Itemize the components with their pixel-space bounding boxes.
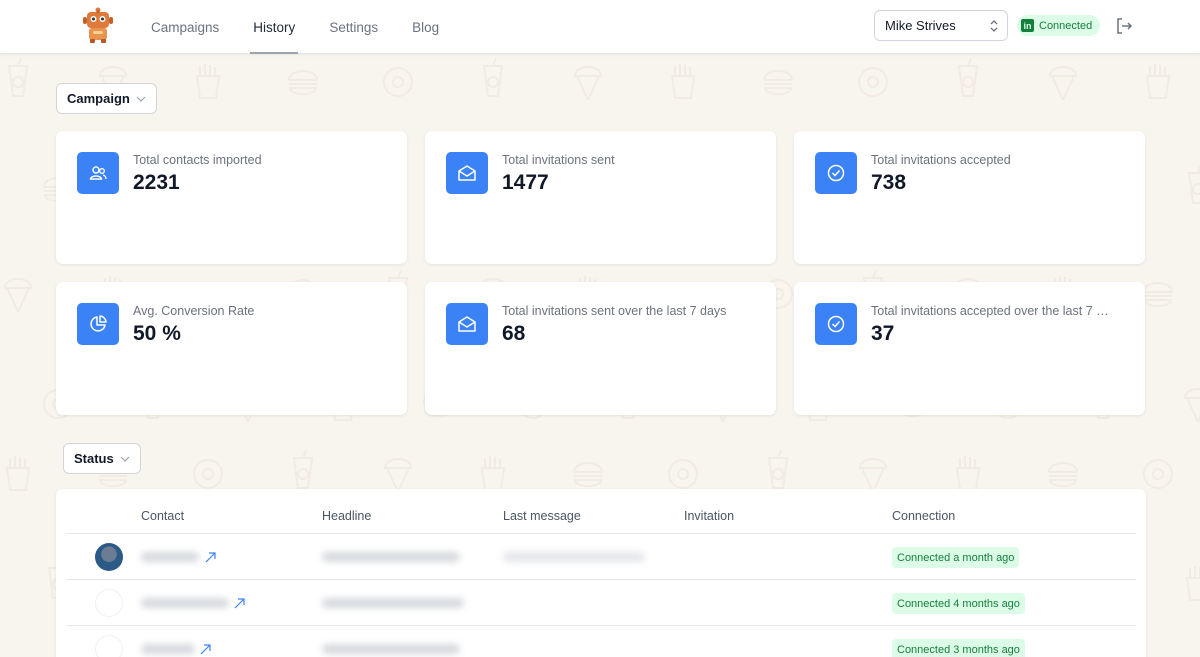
- background-doodle: [383, 458, 413, 492]
- background-doodle: [573, 66, 603, 100]
- background-doodle: [482, 58, 504, 97]
- nav-settings[interactable]: Settings: [312, 0, 395, 54]
- avatar: [95, 635, 123, 657]
- background-doodle: [1143, 459, 1173, 489]
- background-doodle: [858, 67, 888, 97]
- connection-status-badge: Connected 3 months ago: [892, 639, 1025, 657]
- stat-card-contacts-imported: Total contacts imported 2231: [56, 131, 407, 264]
- background-doodle: [1142, 282, 1174, 307]
- stat-label: Total invitations sent over the last 7 d…: [502, 304, 727, 318]
- redacted-contact-name: [141, 644, 195, 654]
- up-down-chevron-icon: [990, 20, 998, 32]
- stat-value: 1477: [502, 171, 549, 194]
- column-header-contact[interactable]: Contact: [141, 509, 184, 523]
- avatar: [95, 543, 123, 571]
- column-header-invitation[interactable]: Invitation: [684, 509, 734, 523]
- redacted-headline: [322, 552, 460, 562]
- background-doodle: [7, 58, 29, 97]
- avatar: [95, 589, 123, 617]
- check-circle-icon: [815, 152, 857, 194]
- background-doodle: [1183, 388, 1200, 422]
- background-doodle: [1145, 64, 1171, 99]
- external-link-icon[interactable]: [234, 598, 245, 609]
- redacted-contact-name: [141, 598, 229, 608]
- table-row[interactable]: Connected a month ago: [66, 534, 1136, 580]
- stat-value: 2231: [133, 171, 180, 194]
- chevron-down-icon: [120, 456, 130, 462]
- background-doodle: [3, 278, 33, 312]
- envelope-open-icon: [446, 303, 488, 345]
- redacted-headline: [322, 598, 464, 608]
- redacted-contact-name: [141, 552, 199, 562]
- background-doodle: [858, 458, 888, 492]
- column-header-connection[interactable]: Connection: [892, 509, 955, 523]
- background-doodle: [1185, 566, 1200, 601]
- campaign-filter-button[interactable]: Campaign: [56, 83, 157, 114]
- stat-card-invitations-accepted: Total invitations accepted 738: [794, 131, 1145, 264]
- background-doodle: [1047, 462, 1079, 487]
- background-doodle: [292, 450, 314, 489]
- external-link-icon[interactable]: [205, 552, 216, 563]
- main-nav: Campaigns History Settings Blog: [134, 0, 456, 54]
- status-filter-label: Status: [74, 451, 114, 466]
- linkedin-icon: in: [1021, 19, 1034, 32]
- logout-icon[interactable]: [1115, 17, 1133, 35]
- background-doodle: [383, 67, 413, 97]
- stat-label: Total invitations accepted: [871, 153, 1011, 167]
- stat-value: 50 %: [133, 322, 181, 345]
- table-row[interactable]: Connected 4 months ago: [66, 580, 1136, 626]
- background-doodle: [572, 462, 604, 487]
- stat-card-invitations-accepted-7-days: Total invitations accepted over the last…: [794, 282, 1145, 415]
- linkedin-status-text: Connected: [1039, 19, 1093, 32]
- top-navigation-bar: Campaigns History Settings Blog Mike Str…: [0, 0, 1200, 54]
- background-doodle: [767, 450, 789, 489]
- background-doodle: [5, 456, 31, 491]
- background-doodle: [1187, 165, 1200, 204]
- background-doodle: [1048, 66, 1078, 100]
- envelope-open-icon: [446, 152, 488, 194]
- redacted-last-message: [503, 552, 645, 562]
- connection-status-badge: Connected 4 months ago: [892, 593, 1025, 614]
- nav-history[interactable]: History: [236, 0, 312, 54]
- background-doodle: [668, 459, 698, 489]
- contacts-table: Contact Headline Last message Invitation…: [56, 489, 1146, 657]
- background-doodle: [287, 70, 319, 95]
- status-filter-button[interactable]: Status: [63, 443, 141, 474]
- stat-value: 37: [871, 322, 895, 345]
- account-select[interactable]: Mike Strives: [874, 10, 1008, 41]
- table-row[interactable]: Connected 3 months ago: [66, 626, 1136, 657]
- stat-card-invitations-sent-7-days: Total invitations sent over the last 7 d…: [425, 282, 776, 415]
- stat-card-invitations-sent: Total invitations sent 1477: [425, 131, 776, 264]
- background-doodle: [195, 64, 221, 99]
- stat-value: 738: [871, 171, 907, 194]
- redacted-headline: [322, 644, 460, 654]
- column-header-last-message[interactable]: Last message: [503, 509, 581, 523]
- background-doodle: [670, 64, 696, 99]
- stat-label: Avg. Conversion Rate: [133, 304, 255, 318]
- external-link-icon[interactable]: [200, 644, 211, 655]
- stat-label: Total invitations accepted over the last…: [871, 304, 1109, 318]
- linkedin-status-badge: in Connected: [1017, 15, 1101, 36]
- background-doodle: [955, 456, 981, 491]
- connection-status-badge: Connected a month ago: [892, 547, 1020, 568]
- background-doodle: [480, 456, 506, 491]
- users-icon: [77, 152, 119, 194]
- robot-logo-icon[interactable]: [80, 6, 116, 44]
- background-doodle: [762, 70, 794, 95]
- account-select-value: Mike Strives: [885, 18, 956, 33]
- background-doodle: [193, 459, 223, 489]
- chevron-down-icon: [136, 96, 146, 102]
- stat-value: 68: [502, 322, 526, 345]
- stat-label: Total contacts imported: [133, 153, 262, 167]
- nav-campaigns[interactable]: Campaigns: [134, 0, 236, 54]
- stat-card-conversion-rate: Avg. Conversion Rate 50 %: [56, 282, 407, 415]
- pie-chart-icon: [77, 303, 119, 345]
- check-circle-icon: [815, 303, 857, 345]
- nav-blog[interactable]: Blog: [395, 0, 456, 54]
- stat-label: Total invitations sent: [502, 153, 615, 167]
- campaign-filter-label: Campaign: [67, 91, 130, 106]
- background-doodle: [957, 58, 979, 97]
- column-header-headline[interactable]: Headline: [322, 509, 371, 523]
